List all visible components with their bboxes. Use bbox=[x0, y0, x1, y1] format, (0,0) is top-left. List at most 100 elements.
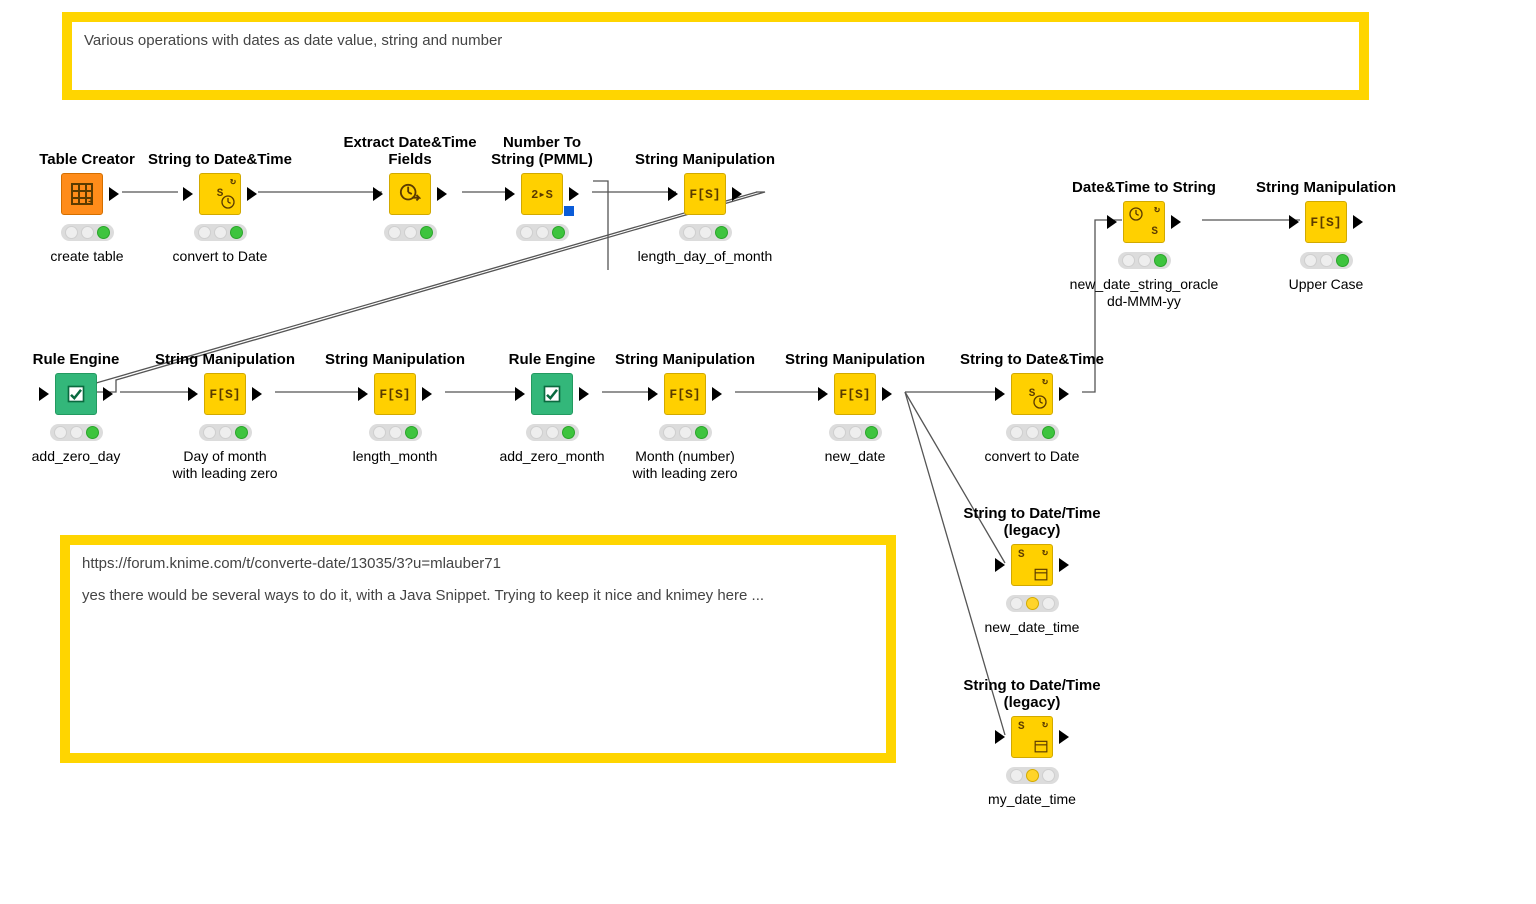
node-string-manip-5[interactable]: String Manipulation F[S] new_date bbox=[780, 326, 930, 465]
string-manip-icon: F[S] bbox=[374, 373, 416, 415]
string-to-date-legacy-icon: S ↻ bbox=[1011, 544, 1053, 586]
node-string-to-date-1[interactable]: String to Date&Time S ↻ convert to Date bbox=[145, 126, 295, 265]
node-extract-fields[interactable]: Extract Date&Time Fields bbox=[335, 126, 485, 248]
out-port[interactable] bbox=[109, 187, 119, 201]
node-rule-engine-1[interactable]: Rule Engine add_zero_day bbox=[1, 326, 151, 465]
in-port[interactable] bbox=[183, 187, 193, 201]
node-title: String Manipulation bbox=[630, 126, 780, 168]
node-rule-engine-2[interactable]: Rule Engine add_zero_month bbox=[477, 326, 627, 465]
node-string-manip-6[interactable]: String Manipulation F[S] Upper Case bbox=[1251, 154, 1401, 293]
status-light bbox=[199, 424, 252, 441]
rule-engine-icon bbox=[531, 373, 573, 415]
table-creator-icon: + bbox=[61, 173, 103, 215]
pmml-port-icon bbox=[564, 206, 574, 216]
out-port[interactable] bbox=[712, 387, 722, 401]
string-manip-icon: F[S] bbox=[664, 373, 706, 415]
out-port[interactable] bbox=[1353, 215, 1363, 229]
node-label: length_day_of_month bbox=[630, 248, 780, 265]
status-light bbox=[829, 424, 882, 441]
in-port[interactable] bbox=[39, 387, 49, 401]
node-title: String Manipulation bbox=[320, 326, 470, 368]
node-string-to-date-legacy-1[interactable]: String to Date/Time (legacy) S ↻ new_dat… bbox=[957, 497, 1107, 636]
node-string-to-date-legacy-2[interactable]: String to Date/Time (legacy) S ↻ my_date… bbox=[957, 669, 1107, 808]
node-title: Extract Date&Time Fields bbox=[335, 126, 485, 168]
string-to-date-icon: S ↻ bbox=[1011, 373, 1053, 415]
status-light bbox=[384, 224, 437, 241]
node-label: add_zero_month bbox=[477, 448, 627, 465]
node-title: String to Date&Time bbox=[145, 126, 295, 168]
in-port[interactable] bbox=[648, 387, 658, 401]
node-title: String to Date/Time (legacy) bbox=[957, 497, 1107, 539]
out-port[interactable] bbox=[1171, 215, 1181, 229]
node-title: String to Date&Time bbox=[957, 326, 1107, 368]
in-port[interactable] bbox=[358, 387, 368, 401]
annotation-body: yes there would be several ways to do it… bbox=[82, 585, 874, 607]
out-port[interactable] bbox=[1059, 387, 1069, 401]
workflow-canvas[interactable]: Various operations with dates as date va… bbox=[0, 0, 1536, 904]
date-to-string-icon: S ↻ bbox=[1123, 201, 1165, 243]
status-light bbox=[516, 224, 569, 241]
node-label: new_date_time bbox=[957, 619, 1107, 636]
in-port[interactable] bbox=[505, 187, 515, 201]
status-light bbox=[50, 424, 103, 441]
node-string-manip-3[interactable]: String Manipulation F[S] length_month bbox=[320, 326, 470, 465]
out-port[interactable] bbox=[437, 187, 447, 201]
node-label: Month (number) with leading zero bbox=[610, 448, 760, 482]
in-port[interactable] bbox=[995, 387, 1005, 401]
status-light bbox=[1006, 595, 1059, 612]
in-port[interactable] bbox=[1289, 215, 1299, 229]
status-light bbox=[526, 424, 579, 441]
node-label: new_date_string_oracle dd-MMM-yy bbox=[1069, 276, 1219, 310]
status-light bbox=[194, 224, 247, 241]
node-title: Rule Engine bbox=[1, 326, 151, 368]
in-port[interactable] bbox=[373, 187, 383, 201]
rule-engine-icon bbox=[55, 373, 97, 415]
annotation-url: https://forum.knime.com/t/converte-date/… bbox=[82, 553, 874, 575]
string-manip-icon: F[S] bbox=[684, 173, 726, 215]
node-title: String Manipulation bbox=[610, 326, 760, 368]
out-port[interactable] bbox=[882, 387, 892, 401]
node-string-manip-4[interactable]: String Manipulation F[S] Month (number) … bbox=[610, 326, 760, 482]
in-port[interactable] bbox=[995, 558, 1005, 572]
string-to-date-icon: S ↻ bbox=[199, 173, 241, 215]
in-port[interactable] bbox=[995, 730, 1005, 744]
node-string-to-date-2[interactable]: String to Date&Time S ↻ convert to Date bbox=[957, 326, 1107, 465]
in-port[interactable] bbox=[188, 387, 198, 401]
node-label: add_zero_day bbox=[1, 448, 151, 465]
out-port[interactable] bbox=[569, 187, 579, 201]
out-port[interactable] bbox=[252, 387, 262, 401]
node-label: length_month bbox=[320, 448, 470, 465]
status-light bbox=[1300, 252, 1353, 269]
node-label: convert to Date bbox=[957, 448, 1107, 465]
node-string-manip-1[interactable]: String Manipulation F[S] length_day_of_m… bbox=[630, 126, 780, 265]
node-table-creator[interactable]: Table Creator + create table bbox=[12, 126, 162, 265]
node-date-to-string[interactable]: Date&Time to String S ↻ new_date_string_… bbox=[1069, 154, 1219, 310]
in-port[interactable] bbox=[515, 387, 525, 401]
node-label: Day of month with leading zero bbox=[150, 448, 300, 482]
annotation-bottom: https://forum.knime.com/t/converte-date/… bbox=[60, 535, 896, 763]
svg-text:+: + bbox=[88, 198, 93, 205]
annotation-top: Various operations with dates as date va… bbox=[62, 12, 1369, 100]
in-port[interactable] bbox=[818, 387, 828, 401]
out-port[interactable] bbox=[422, 387, 432, 401]
out-port[interactable] bbox=[579, 387, 589, 401]
node-string-manip-2[interactable]: String Manipulation F[S] Day of month wi… bbox=[150, 326, 300, 482]
status-light bbox=[1006, 767, 1059, 784]
out-port[interactable] bbox=[732, 187, 742, 201]
node-title: Rule Engine bbox=[477, 326, 627, 368]
node-title: String Manipulation bbox=[1251, 154, 1401, 196]
in-port[interactable] bbox=[668, 187, 678, 201]
out-port[interactable] bbox=[103, 387, 113, 401]
node-title: Date&Time to String bbox=[1069, 154, 1219, 196]
in-port[interactable] bbox=[1107, 215, 1117, 229]
node-label: convert to Date bbox=[145, 248, 295, 265]
status-light bbox=[61, 224, 114, 241]
out-port[interactable] bbox=[247, 187, 257, 201]
node-title: Number To String (PMML) bbox=[467, 126, 617, 168]
node-title: String Manipulation bbox=[780, 326, 930, 368]
node-label: create table bbox=[12, 248, 162, 265]
node-number-to-string[interactable]: Number To String (PMML) 2▸S bbox=[467, 126, 617, 248]
out-port[interactable] bbox=[1059, 730, 1069, 744]
extract-fields-icon bbox=[389, 173, 431, 215]
out-port[interactable] bbox=[1059, 558, 1069, 572]
